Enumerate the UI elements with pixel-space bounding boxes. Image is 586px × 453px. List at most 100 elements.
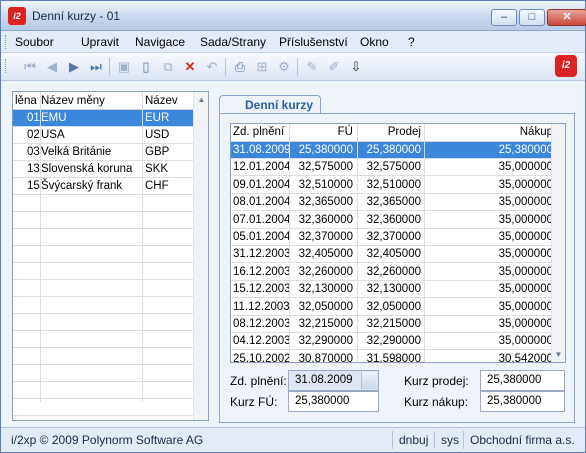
menu-help[interactable]: ? xyxy=(408,35,415,49)
download-arrow-icon[interactable]: ⇩ xyxy=(347,58,365,76)
table-row[interactable]: 09.01.2004 32,510000 32,510000 35,000000 xyxy=(231,177,553,194)
app-window: i2 Denní kurzy - 01 – □ ✕ Soubor Upravit… xyxy=(0,0,586,453)
header-fu[interactable]: FÚ xyxy=(291,126,353,138)
kurz-prodej-field[interactable]: 25,380000 xyxy=(480,370,565,391)
cell-fu: 25,380000 xyxy=(298,144,353,156)
currency-name: Švýcarský frank xyxy=(41,180,123,192)
scroll-up-icon[interactable]: ▲ xyxy=(197,95,206,104)
save-icon[interactable]: ▣ xyxy=(115,58,133,76)
tab-denni-kurzy[interactable]: Denní kurzy xyxy=(219,95,321,114)
maximize-button[interactable]: □ xyxy=(519,9,545,26)
header-date[interactable]: Zd. plnění xyxy=(233,126,284,138)
cell-nakup: 35,000000 xyxy=(498,300,553,313)
menu-grip-icon[interactable] xyxy=(5,35,8,49)
currency-list-scrollbar[interactable]: ▲ xyxy=(193,92,208,420)
menu-okno[interactable]: Okno xyxy=(360,35,389,49)
currency-abbreviation: USD xyxy=(145,129,170,141)
kurz-prodej-label: Kurz prodej: xyxy=(404,374,469,388)
previous-record-icon[interactable]: ◀ xyxy=(43,58,61,76)
table-row[interactable]: 04.12.2003 32,290000 32,290000 35,000000 xyxy=(231,333,553,351)
table-row[interactable]: 12.01.2004 32,575000 32,575000 35,000000 xyxy=(231,159,553,177)
last-record-icon[interactable]: ⏭ xyxy=(87,58,105,76)
cell-prodej: 32,260000 xyxy=(366,265,421,278)
status-user: sys xyxy=(441,433,459,447)
scroll-down-icon[interactable]: ▼ xyxy=(554,350,563,359)
cell-date: 25.10.2002 xyxy=(233,352,291,363)
table-row[interactable]: 11.12.2003 32,050000 32,050000 35,000000 xyxy=(231,299,553,316)
close-button[interactable]: ✕ xyxy=(547,9,586,26)
zd-plneni-field[interactable]: 31.08.2009 xyxy=(288,370,379,391)
header-abbreviation[interactable]: Název xyxy=(145,95,178,107)
cell-prodej: 32,370000 xyxy=(366,231,421,243)
column-divider xyxy=(424,124,425,362)
rates-grid[interactable]: Zd. plnění FÚ Prodej Nákup 31.08.2009 25,… xyxy=(230,123,566,363)
delete-icon[interactable]: ✕ xyxy=(181,58,199,76)
header-currency-name[interactable]: Název měny xyxy=(41,95,105,107)
table-row[interactable]: 31.08.2009 25,380000 25,380000 25,380000 xyxy=(231,142,553,159)
header-prodej[interactable]: Prodej xyxy=(359,126,421,138)
cell-fu: 32,130000 xyxy=(298,283,353,296)
cell-nakup: 35,000000 xyxy=(498,283,553,296)
print-icon[interactable]: ⎙ xyxy=(231,58,249,76)
cell-prodej: 32,405000 xyxy=(366,248,421,261)
menu-sada-strany[interactable]: Sada/Strany xyxy=(200,35,266,49)
currency-abbreviation: SKK xyxy=(145,163,169,175)
zd-plneni-label: Zd. plnění: xyxy=(230,374,287,388)
cell-prodej: 32,575000 xyxy=(366,161,421,174)
cell-date: 08.01.2004 xyxy=(233,196,291,209)
table-row[interactable]: 31.12.2003 32,405000 32,405000 35,000000 xyxy=(231,246,553,264)
currency-name: EMU xyxy=(41,112,67,124)
table-row[interactable]: 16.12.2003 32,260000 32,260000 35,000000 xyxy=(231,264,553,281)
tree-icon[interactable]: ⊞ xyxy=(253,58,271,76)
currency-list[interactable]: lěna Název měny Název 01 EMU EUR 02 USA USD 03… xyxy=(12,91,209,421)
column-divider xyxy=(142,92,143,402)
next-record-icon[interactable]: ▶ xyxy=(65,58,83,76)
calendar-dropdown-icon[interactable] xyxy=(361,372,377,389)
currency-code: 15 xyxy=(27,180,40,192)
status-separator xyxy=(392,431,393,449)
cell-fu: 32,405000 xyxy=(298,248,353,261)
settings-icon[interactable]: ⚙ xyxy=(275,58,293,76)
undo-icon[interactable]: ↶ xyxy=(203,58,221,76)
menu-prislusenstvi[interactable]: Příslušenství xyxy=(279,35,348,49)
header-code[interactable]: lěna xyxy=(15,95,37,107)
table-row[interactable]: 08.12.2003 32,215000 32,215000 35,000000 xyxy=(231,316,553,333)
header-nakup[interactable]: Nákup xyxy=(427,126,553,138)
toolbar-grip-icon[interactable] xyxy=(5,59,8,73)
table-row[interactable]: 15.12.2003 32,130000 32,130000 35,000000 xyxy=(231,281,553,299)
title-bar[interactable]: i2 Denní kurzy - 01 – □ ✕ xyxy=(1,1,586,31)
cell-fu: 32,290000 xyxy=(298,335,353,348)
copy-record-icon[interactable]: ⧉ xyxy=(159,58,177,76)
table-row[interactable]: 07.01.2004 32,360000 32,360000 35,000000 xyxy=(231,212,553,229)
currency-name: Slovenská koruna xyxy=(41,163,133,175)
kurz-prodej-value: 25,380000 xyxy=(487,374,542,386)
cell-prodej: 31,598000 xyxy=(366,352,421,363)
menu-upravit[interactable]: Upravit xyxy=(81,35,119,49)
rates-grid-scrollbar[interactable]: ▼ xyxy=(551,124,565,362)
edit-pencil-2-icon[interactable]: ✐ xyxy=(325,58,343,76)
toolbar-separator xyxy=(225,58,226,76)
cell-date: 04.12.2003 xyxy=(233,335,291,348)
cell-prodej: 32,050000 xyxy=(366,300,421,313)
cell-nakup: 30,542000 xyxy=(498,352,553,363)
cell-nakup: 35,000000 xyxy=(498,318,553,330)
edit-pencil-icon[interactable]: ✎ xyxy=(303,58,321,76)
cell-fu: 32,260000 xyxy=(298,265,353,278)
new-record-icon[interactable]: ▯ xyxy=(137,58,155,76)
table-row[interactable]: 25.10.2002 30,870000 31,598000 30,542000 xyxy=(231,351,553,363)
denni-kurzy-panel: Zd. plnění FÚ Prodej Nákup 31.08.2009 25,… xyxy=(219,113,575,423)
status-separator xyxy=(434,431,435,449)
table-row[interactable]: 08.01.2004 32,365000 32,365000 35,000000 xyxy=(231,194,553,212)
kurz-nakup-field[interactable]: 25,380000 xyxy=(480,391,565,412)
minimize-button[interactable]: – xyxy=(491,9,517,26)
cell-fu: 30,870000 xyxy=(298,352,353,363)
menu-soubor[interactable]: Soubor xyxy=(15,35,54,49)
cell-date: 09.01.2004 xyxy=(233,178,291,191)
kurz-fu-field[interactable]: 25,380000 xyxy=(288,391,379,412)
currency-name: USA xyxy=(41,129,65,141)
cell-nakup: 35,000000 xyxy=(498,231,553,243)
first-record-icon[interactable]: ⏮ xyxy=(21,58,39,76)
table-row[interactable]: 05.01.2004 32,370000 32,370000 35,000000 xyxy=(231,229,553,246)
app-logo-icon[interactable]: i2 xyxy=(8,7,26,25)
menu-navigace[interactable]: Navigace xyxy=(135,35,185,49)
